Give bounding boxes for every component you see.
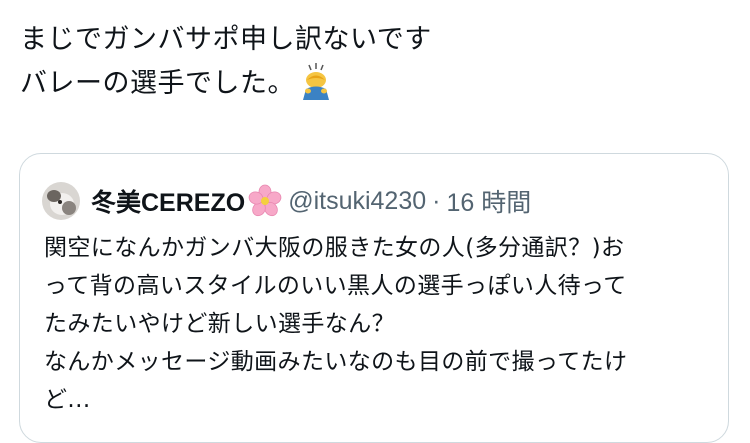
quoted-tweet-card[interactable]: 冬美CEREZO @itsuki4230 · 16 時間 関空になんかガンバ大阪… bbox=[19, 153, 729, 443]
quoted-tweet-header: 冬美CEREZO @itsuki4230 · 16 時間 bbox=[42, 178, 531, 224]
quote-line-1: 関空になんかガンバ大阪の服きた女の人(多分通訳？)お bbox=[44, 235, 625, 261]
quoted-tweet-body: 関空になんかガンバ大阪の服きた女の人(多分通訳？)お って背の高いスタイルのいい… bbox=[44, 229, 714, 419]
quote-line-2: って背の高いスタイルのいい黒人の選手っぽい人待って bbox=[44, 273, 627, 299]
quote-line-3: たみたいやけど新しい選手なん？ bbox=[44, 311, 395, 337]
quote-line-4: なんかメッセージ動画みたいなのも目の前で撮ってたけ bbox=[44, 349, 628, 375]
tweet-text: まじでガンバサポ申し訳ないです バレーの選手でした。 bbox=[20, 18, 720, 106]
tweet-line-2-text: バレーの選手でした。 bbox=[20, 68, 295, 99]
quote-line-5: ど... bbox=[44, 387, 91, 413]
avatar[interactable] bbox=[42, 182, 80, 220]
tweet-line-2: バレーの選手でした。 bbox=[20, 62, 720, 106]
separator-dot: · bbox=[432, 186, 441, 215]
user-handle[interactable]: @itsuki4230 bbox=[288, 187, 426, 216]
tweet-line-1: まじでガンバサポ申し訳ないです bbox=[20, 24, 432, 55]
person-bowing-emoji-icon bbox=[303, 63, 329, 100]
display-name[interactable]: 冬美CEREZO bbox=[91, 183, 245, 219]
timestamp[interactable]: 16 時間 bbox=[446, 183, 531, 219]
avatar-image bbox=[42, 182, 80, 220]
cherry-blossom-icon bbox=[248, 184, 282, 217]
